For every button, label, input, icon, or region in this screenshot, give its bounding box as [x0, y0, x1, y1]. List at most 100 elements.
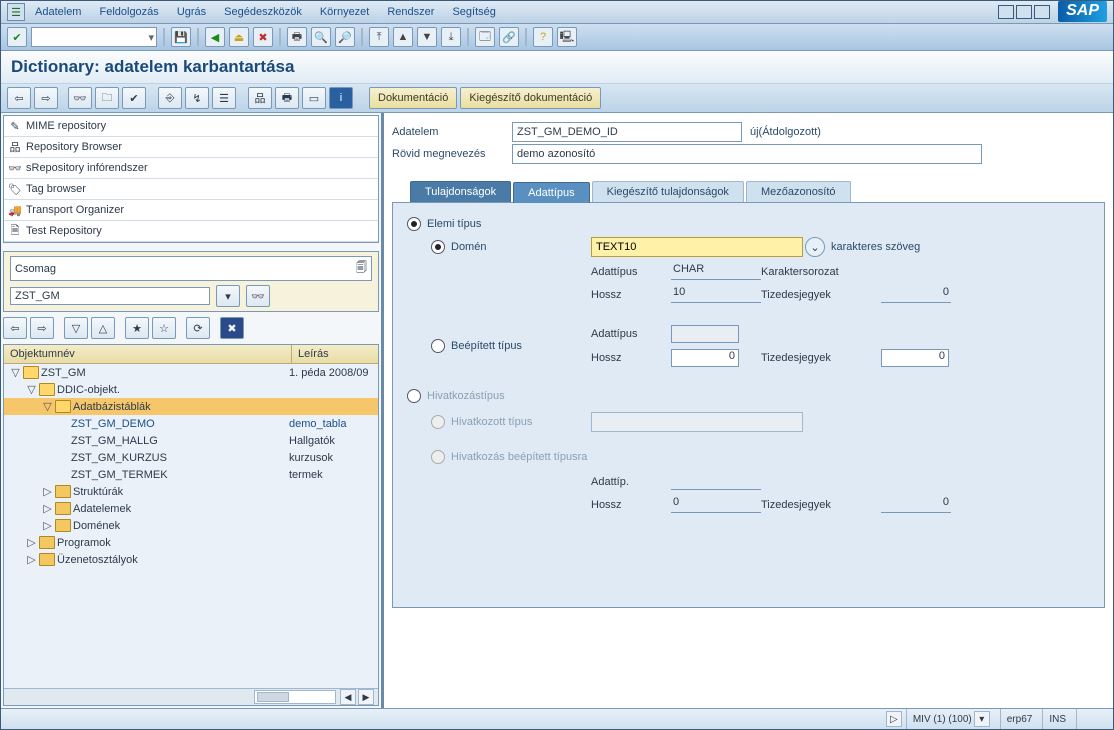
find-icon[interactable]: 🔍 — [311, 27, 331, 47]
tree-twisty-icon[interactable]: ▷ — [42, 502, 53, 515]
check-icon[interactable]: ✔ — [122, 87, 146, 109]
menu-icon[interactable]: ☰ — [7, 3, 25, 21]
tab-datatype[interactable]: Adattípus — [513, 182, 589, 203]
activate-icon[interactable]: ⎆ — [158, 87, 182, 109]
display-change-icon[interactable]: 👓 — [68, 87, 92, 109]
dropdown-icon[interactable]: ▾ — [148, 31, 154, 44]
tree-twisty-icon[interactable]: ▽ — [42, 400, 53, 413]
status-system[interactable]: MIV (1) (100)▾ — [906, 709, 996, 729]
tree-refresh-icon[interactable]: ⟳ — [186, 317, 210, 339]
tree-favorites-icon[interactable]: ★ — [125, 317, 149, 339]
new-session-icon[interactable]: 🗔 — [475, 27, 495, 47]
menu-rendszer[interactable]: Rendszer — [379, 4, 442, 20]
prev-page-icon[interactable]: ▲ — [393, 27, 413, 47]
tree-row[interactable]: ZST_GM_KURZUSkurzusok — [4, 449, 378, 466]
tree-add-icon[interactable]: ☆ — [152, 317, 176, 339]
tree-row[interactable]: ZST_GM_HALLGHallgatók — [4, 432, 378, 449]
nav-transport-organizer[interactable]: 🚚Transport Organizer — [4, 200, 378, 221]
tree-forward-icon[interactable]: ⇨ — [30, 317, 54, 339]
tree-scroll-right-icon[interactable]: ▶ — [358, 689, 374, 705]
back-icon[interactable]: ◀ — [205, 27, 225, 47]
menu-adatelem[interactable]: Adatelem — [27, 4, 89, 20]
display-button-icon[interactable]: 👓 — [246, 285, 270, 307]
value-help-icon[interactable]: ⌄ — [805, 237, 825, 257]
next-icon[interactable]: ⇨ — [34, 87, 58, 109]
layout-icon[interactable]: 🖳 — [557, 27, 577, 47]
print-icon[interactable]: 🖶 — [287, 27, 307, 47]
fullscreen-icon[interactable]: ▭ — [302, 87, 326, 109]
tree-twisty-icon[interactable]: ▷ — [42, 519, 53, 532]
tree-twisty-icon[interactable]: ▷ — [42, 485, 53, 498]
tree-twisty-icon[interactable]: ▽ — [10, 366, 21, 379]
status-nav-icon[interactable]: ▷ — [886, 711, 902, 727]
short-text-field[interactable]: demo azonosító — [512, 144, 982, 164]
prev-icon[interactable]: ⇦ — [7, 87, 31, 109]
menu-segedeszkozok[interactable]: Segédeszközök — [216, 4, 310, 20]
tree-collapse-icon[interactable]: △ — [91, 317, 115, 339]
builtin-decimals-field[interactable]: 0 — [881, 349, 949, 367]
object-category-dropdown[interactable]: Csomag🗐 — [10, 256, 372, 281]
radio-domain[interactable]: Domén — [431, 240, 591, 254]
tree-row[interactable]: ZST_GM_TERMEKtermek — [4, 466, 378, 483]
shortcut-icon[interactable]: 🔗 — [499, 27, 519, 47]
display-object-list-icon[interactable]: ☰ — [212, 87, 236, 109]
command-field[interactable]: ▾ — [31, 27, 157, 47]
tree-row[interactable]: ▽ Adatbázistáblák — [4, 398, 378, 415]
info-icon[interactable]: i — [329, 87, 353, 109]
find-next-icon[interactable]: 🔎 — [335, 27, 355, 47]
tree-twisty-icon[interactable]: ▽ — [26, 383, 37, 396]
status-resize-grip[interactable] — [1076, 709, 1109, 729]
radio-reference-type[interactable]: Hivatkozástípus — [407, 389, 505, 403]
tree-header-desc[interactable]: Leírás — [292, 345, 378, 363]
where-used-icon[interactable]: ↯ — [185, 87, 209, 109]
tree-expand-icon[interactable]: ▽ — [64, 317, 88, 339]
tree-twisty-icon[interactable]: ▷ — [26, 553, 37, 566]
tree-row[interactable]: ▽ ZST_GM1. péda 2008/09 — [4, 364, 378, 381]
hierarchy-icon[interactable]: 品 — [248, 87, 272, 109]
domain-name-field[interactable] — [591, 237, 803, 257]
help-icon[interactable]: ? — [533, 27, 553, 47]
tree-row[interactable]: ▷ Üzenetosztályok — [4, 551, 378, 568]
tree-row[interactable]: ▷ Struktúrák — [4, 483, 378, 500]
tree-row[interactable]: ZST_GM_DEMOdemo_tabla — [4, 415, 378, 432]
tree-scroll-left-icon[interactable]: ◀ — [340, 689, 356, 705]
system-menu-icon[interactable]: ▾ — [974, 711, 990, 727]
builtin-datatype-field[interactable] — [671, 325, 739, 343]
tree-row[interactable]: ▷ Domének — [4, 517, 378, 534]
tree-twisty-icon[interactable]: ▷ — [26, 536, 37, 549]
nav-tag-browser[interactable]: 🏷Tag browser — [4, 179, 378, 200]
tree-header-name[interactable]: Objektumnév — [4, 345, 292, 363]
menu-kornyezet[interactable]: Környezet — [312, 4, 378, 20]
menu-feldolgozas[interactable]: Feldolgozás — [91, 4, 166, 20]
window-close-icon[interactable] — [1034, 5, 1050, 19]
next-page-icon[interactable]: ▼ — [417, 27, 437, 47]
dataelement-name-field[interactable]: ZST_GM_DEMO_ID — [512, 122, 742, 142]
menu-ugras[interactable]: Ugrás — [169, 4, 214, 20]
cancel-icon[interactable]: ✖ — [253, 27, 273, 47]
nav-mime-repository[interactable]: ✎MIME repository — [4, 116, 378, 137]
tab-fieldlabel[interactable]: Mezőazonosító — [746, 181, 851, 202]
radio-builtin-type[interactable]: Beépített típus — [431, 339, 591, 353]
first-page-icon[interactable]: ⤒ — [369, 27, 389, 47]
tree-row[interactable]: ▽ DDIC-objekt. — [4, 381, 378, 398]
window-minimize-icon[interactable] — [998, 5, 1014, 19]
radio-elementary-type[interactable]: Elemi típus — [407, 217, 481, 231]
domain-name-input[interactable] — [592, 241, 802, 253]
builtin-length-field[interactable]: 0 — [671, 349, 739, 367]
object-name-dropdown-icon[interactable]: ▾ — [216, 285, 240, 307]
nav-repository-browser[interactable]: 品Repository Browser — [4, 137, 378, 158]
tree-row[interactable]: ▷ Adatelemek — [4, 500, 378, 517]
tab-further[interactable]: Kiegészítő tulajdonságok — [592, 181, 744, 202]
print-icon[interactable]: 🖶 — [275, 87, 299, 109]
save-icon[interactable]: 💾 — [171, 27, 191, 47]
tab-properties[interactable]: Tulajdonságok — [410, 181, 511, 202]
documentation-button[interactable]: Dokumentáció — [369, 87, 457, 109]
tree-back-icon[interactable]: ⇦ — [3, 317, 27, 339]
window-maximize-icon[interactable] — [1016, 5, 1032, 19]
tree-hscrollbar[interactable] — [254, 690, 336, 704]
object-name-field[interactable]: ZST_GM — [10, 287, 210, 305]
other-object-icon[interactable]: 🗀 — [95, 87, 119, 109]
enter-icon[interactable]: ✔ — [7, 27, 27, 47]
tree-row[interactable]: ▷ Programok — [4, 534, 378, 551]
menu-segitseg[interactable]: Segítség — [444, 4, 503, 20]
